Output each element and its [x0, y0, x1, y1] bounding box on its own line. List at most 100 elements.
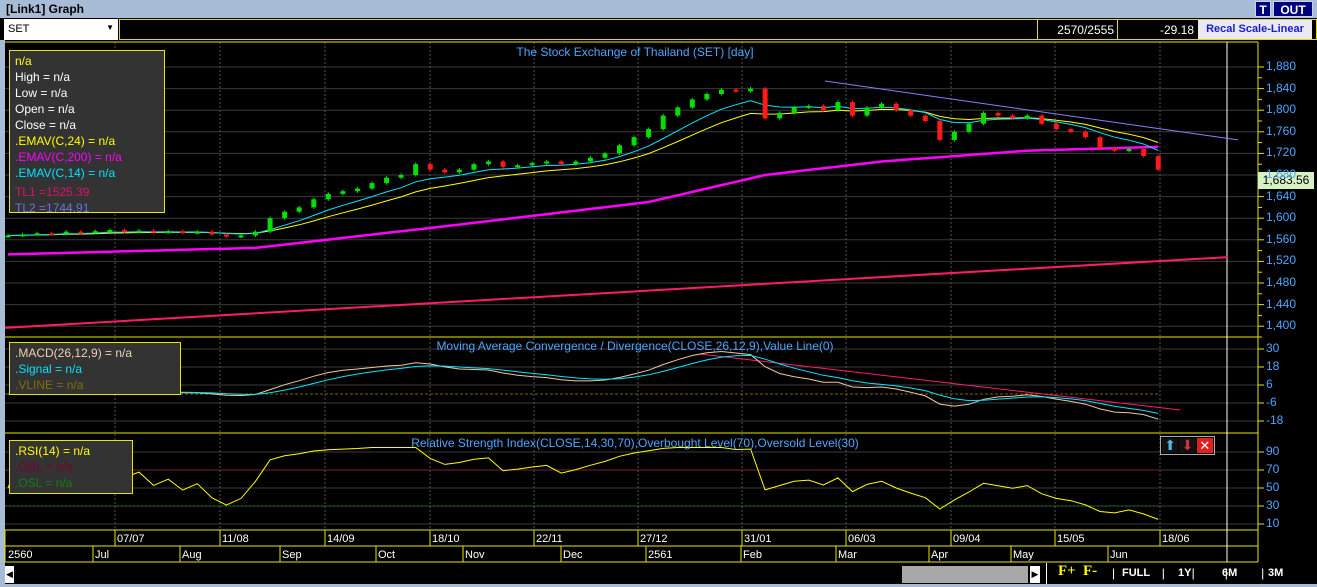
date-label: 18/10	[432, 533, 460, 545]
price-tick-label: 1,720	[1266, 145, 1297, 160]
macd-title: Moving Average Convergence / Divergence(…	[436, 339, 834, 353]
zoom-out-button[interactable]: F-	[1083, 563, 1097, 580]
candle	[1068, 129, 1074, 132]
month-label: Jun	[1110, 549, 1128, 561]
zoom-in-button[interactable]: F+	[1058, 563, 1076, 580]
candle	[1141, 149, 1147, 157]
candle	[107, 230, 113, 233]
month-label: Mar	[838, 549, 857, 561]
legend-tl2: TL2 =1744.91	[15, 201, 90, 215]
arrow-down-icon[interactable]: ⬇	[1179, 438, 1196, 453]
candle	[5, 235, 11, 238]
trendline-tl1	[4, 256, 1229, 329]
candle	[165, 231, 171, 234]
rsi-tick-label: 10	[1266, 516, 1280, 530]
rsi-tick-label: 30	[1266, 498, 1280, 512]
date-label: 14/09	[327, 533, 355, 545]
candle	[180, 231, 186, 234]
rsi-legend: .RSI(14) = n/a .OBL = n/a .OSL = n/a	[9, 440, 133, 494]
candle	[1097, 137, 1103, 148]
candle	[1112, 148, 1118, 151]
legend-rsi: .RSI(14) = n/a	[15, 444, 91, 458]
candle	[471, 164, 477, 170]
candle	[500, 161, 506, 167]
scroll-right-button[interactable]: ▶	[1030, 566, 1040, 583]
candle	[748, 88, 754, 92]
candle	[151, 230, 157, 233]
date-label: 31/01	[744, 533, 772, 545]
candle	[413, 164, 419, 175]
candle	[456, 169, 462, 173]
legend-signal: .Signal = n/a	[15, 362, 83, 376]
candle	[92, 231, 98, 234]
price-tick-label: 1,880	[1266, 59, 1297, 73]
scroll-left-button[interactable]: ◀	[5, 566, 14, 583]
candle	[893, 103, 899, 111]
candle	[849, 102, 855, 116]
candle	[937, 121, 943, 140]
legend-ema24: .EMAV(C,24) = n/a	[15, 134, 116, 148]
close-icon[interactable]: ✕	[1196, 438, 1213, 453]
macd-legend: .MACD(26,12,9) = n/a .Signal = n/a .VLIN…	[9, 342, 181, 395]
candle	[981, 112, 987, 124]
range-3m-button[interactable]: 3M	[1268, 567, 1283, 579]
scrollbar-thumb[interactable]	[902, 566, 1028, 583]
candle	[704, 94, 710, 100]
month-label: May	[1013, 549, 1034, 561]
price-tick-label: 1,760	[1266, 123, 1297, 138]
date-label: 07/07	[117, 533, 145, 545]
candle	[660, 115, 666, 130]
panel-controls: ⬆ ⬇ ✕	[1160, 436, 1215, 455]
candle	[1024, 115, 1030, 119]
month-label: Jul	[95, 549, 110, 561]
candle	[354, 188, 360, 192]
candle	[78, 231, 84, 234]
main-legend: n/a High = n/a Low = n/a Open = n/a Clos…	[9, 50, 165, 215]
candle	[835, 102, 841, 111]
candle	[995, 112, 1001, 116]
candle	[311, 199, 317, 208]
month-label: Aug	[182, 549, 202, 561]
divider: | | | | |	[1112, 566, 1265, 580]
legend-ema200: .EMAV(C,200) = n/a	[15, 150, 122, 164]
legend-date: n/a	[15, 54, 32, 68]
candle	[806, 105, 812, 108]
candle	[544, 161, 550, 164]
candle	[340, 191, 346, 194]
main-title: The Stock Exchange of Thailand (SET) [da…	[516, 45, 754, 59]
chart-canvas[interactable]	[0, 0, 1317, 587]
legend-osl: .OSL = n/a	[15, 476, 73, 490]
price-tick-label: 1,520	[1266, 253, 1297, 268]
candle	[34, 233, 40, 236]
arrow-up-icon[interactable]: ⬆	[1162, 438, 1179, 453]
candle	[777, 112, 783, 119]
candle	[253, 231, 259, 236]
candle	[602, 153, 608, 158]
candle	[1053, 123, 1059, 130]
month-label: Nov	[465, 549, 485, 561]
candle	[325, 193, 331, 200]
candle	[689, 99, 695, 108]
ema24-line	[7, 108, 1159, 236]
month-label: 2561	[648, 549, 673, 561]
candle	[762, 88, 768, 119]
candle	[369, 183, 375, 189]
month-label: Dec	[563, 549, 583, 561]
candle	[587, 157, 593, 162]
candle	[922, 115, 928, 121]
candle	[791, 107, 797, 113]
rsi-tick-label: 70	[1266, 462, 1280, 476]
price-tick-label: 1,480	[1266, 275, 1297, 289]
candle	[49, 233, 55, 236]
month-label: Apr	[931, 549, 949, 561]
price-tick-label: 1,840	[1266, 80, 1297, 95]
candle	[209, 231, 215, 235]
rsi-tick-label: 90	[1266, 444, 1280, 458]
candle	[1010, 115, 1016, 119]
candle	[282, 211, 288, 219]
macd-tick-label: 18	[1266, 359, 1280, 373]
macd-tick-label: -18	[1266, 413, 1284, 427]
date-label: 15/05	[1057, 533, 1085, 545]
macd-trendline	[699, 353, 1181, 411]
date-label: 06/03	[848, 533, 876, 545]
